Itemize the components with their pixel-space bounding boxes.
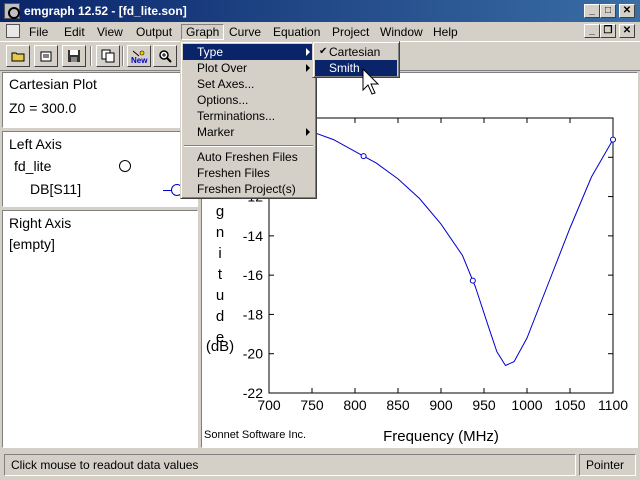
y-axis-label-letter: t (218, 266, 223, 283)
graph-menu-plot-over-label: Plot Over (197, 61, 248, 75)
toolbar-separator (90, 46, 92, 66)
status-bar: Click mouse to readout data values Point… (0, 451, 640, 480)
plot-border (268, 117, 614, 394)
graph-menu-type[interactable]: Type (183, 44, 314, 60)
menu-bar: File Edit View Output Graph Curve Equati… (0, 22, 640, 41)
x-tick-label: 850 (386, 397, 410, 413)
x-axis-label: Frequency (MHz) (383, 428, 499, 445)
y-axis-label-letter: g (216, 203, 224, 220)
menu-output[interactable]: Output (132, 24, 176, 40)
app-icon[interactable] (4, 3, 20, 19)
left-axis-file[interactable]: fd_lite (14, 158, 51, 174)
curve-data-marker (469, 277, 476, 284)
y-tick-label: -16 (243, 267, 263, 283)
mdi-restore-button[interactable]: ❐ (600, 24, 616, 38)
status-mode: Pointer (579, 454, 636, 476)
graph-menu-set-axes[interactable]: Set Axes... (183, 76, 314, 92)
folder-icon (11, 52, 25, 62)
close-button[interactable]: ✕ (619, 4, 635, 18)
folder-stack-icon (40, 51, 52, 62)
y-tick-label: -20 (243, 346, 263, 362)
y-axis-label-letter: n (216, 224, 224, 241)
curve-line (311, 131, 614, 367)
right-axis-title: Right Axis (9, 215, 72, 231)
x-tick-label: 800 (343, 397, 367, 413)
graph-menu-plot-over[interactable]: Plot Over (183, 60, 314, 76)
x-tick-label: 900 (429, 397, 453, 413)
type-smith[interactable]: Smith (315, 60, 397, 76)
y-axis-label-letter: d (216, 308, 224, 325)
save-button[interactable] (62, 45, 86, 67)
menu-edit[interactable]: Edit (60, 24, 89, 40)
type-cartesian-label: Cartesian (329, 45, 381, 59)
new-label: New (131, 56, 148, 65)
floppy-icon (68, 50, 80, 62)
mdi-close-button[interactable]: ✕ (619, 24, 635, 38)
zoom-button[interactable] (153, 45, 177, 67)
file-symbol-icon (119, 160, 131, 172)
graph-menu-options[interactable]: Options... (183, 92, 314, 108)
open-project-button[interactable] (34, 45, 58, 67)
x-tick-label: 1000 (511, 397, 542, 413)
menu-separator (184, 145, 313, 147)
z0-label: Z0 = 300.0 (9, 100, 77, 116)
curve-data-marker (360, 153, 367, 160)
open-folder-button[interactable] (6, 45, 30, 67)
graph-menu-freshen-projects[interactable]: Freshen Project(s) (183, 181, 314, 197)
footer-credit: Sonnet Software Inc. (204, 429, 306, 441)
menu-file[interactable]: File (25, 24, 52, 40)
title-bar: emgraph 12.52 - [fd_lite.son] _ □ ✕ (0, 0, 640, 22)
left-axis-panel[interactable]: Left Axis fd_lite DB[S11] (2, 131, 198, 207)
document-icon[interactable] (6, 24, 20, 38)
left-axis-curve[interactable]: DB[S11] (30, 181, 81, 197)
x-tick-label: 1050 (554, 397, 585, 413)
submenu-arrow-icon (306, 48, 310, 56)
window-title: emgraph 12.52 - [fd_lite.son] (24, 4, 187, 18)
new-graph-button[interactable]: New (127, 45, 151, 67)
y-axis-label-letter: u (216, 287, 224, 304)
mouse-pointer-icon (362, 68, 380, 95)
menu-window[interactable]: Window (376, 24, 427, 40)
y-axis-unit-label: (dB) (206, 338, 234, 355)
graph-menu-auto-freshen[interactable]: Auto Freshen Files (183, 149, 314, 165)
x-tick-label: 950 (472, 397, 496, 413)
menu-graph[interactable]: Graph (181, 24, 225, 40)
plot-info-panel: Cartesian Plot Z0 = 300.0 (2, 72, 198, 128)
menu-view[interactable]: View (93, 24, 127, 40)
toolbar-separator (122, 46, 124, 66)
checkmark-icon: ✔ (319, 46, 328, 57)
copy-button[interactable] (96, 45, 120, 67)
status-message: Click mouse to readout data values (4, 454, 576, 476)
y-tick-label: -14 (243, 228, 263, 244)
y-axis-label-letter: i (218, 245, 221, 262)
plot-type-label: Cartesian Plot (9, 76, 97, 92)
copy-icon (101, 49, 115, 63)
submenu-arrow-icon (306, 128, 310, 136)
y-tick-label: -22 (243, 385, 263, 401)
x-tick-label: 750 (300, 397, 324, 413)
right-axis-contents: [empty] (9, 236, 55, 252)
left-axis-title: Left Axis (9, 136, 62, 152)
submenu-arrow-icon (306, 64, 310, 72)
graph-menu-terminations[interactable]: Terminations... (183, 108, 314, 124)
menu-equation[interactable]: Equation (269, 24, 324, 40)
graph-menu: Type Plot Over Set Axes... Options... Te… (180, 41, 317, 199)
graph-menu-marker[interactable]: Marker (183, 124, 314, 140)
menu-project[interactable]: Project (328, 24, 373, 40)
menu-curve[interactable]: Curve (225, 24, 265, 40)
right-axis-panel[interactable]: Right Axis [empty] (2, 210, 198, 448)
graph-menu-freshen-files[interactable]: Freshen Files (183, 165, 314, 181)
graph-menu-type-label: Type (197, 45, 224, 59)
y-tick-label: -18 (243, 306, 263, 322)
curve-data-marker (610, 136, 616, 143)
maximize-button[interactable]: □ (600, 4, 616, 18)
magnifier-icon (159, 50, 172, 63)
minimize-button[interactable]: _ (584, 4, 600, 18)
type-submenu: ✔ Cartesian Smith (312, 41, 400, 78)
type-cartesian[interactable]: ✔ Cartesian (315, 44, 397, 60)
graph-menu-marker-label: Marker (197, 125, 235, 139)
mdi-minimize-button[interactable]: _ (584, 24, 600, 38)
x-tick-label: 1100 (598, 397, 628, 413)
menu-help[interactable]: Help (429, 24, 462, 40)
